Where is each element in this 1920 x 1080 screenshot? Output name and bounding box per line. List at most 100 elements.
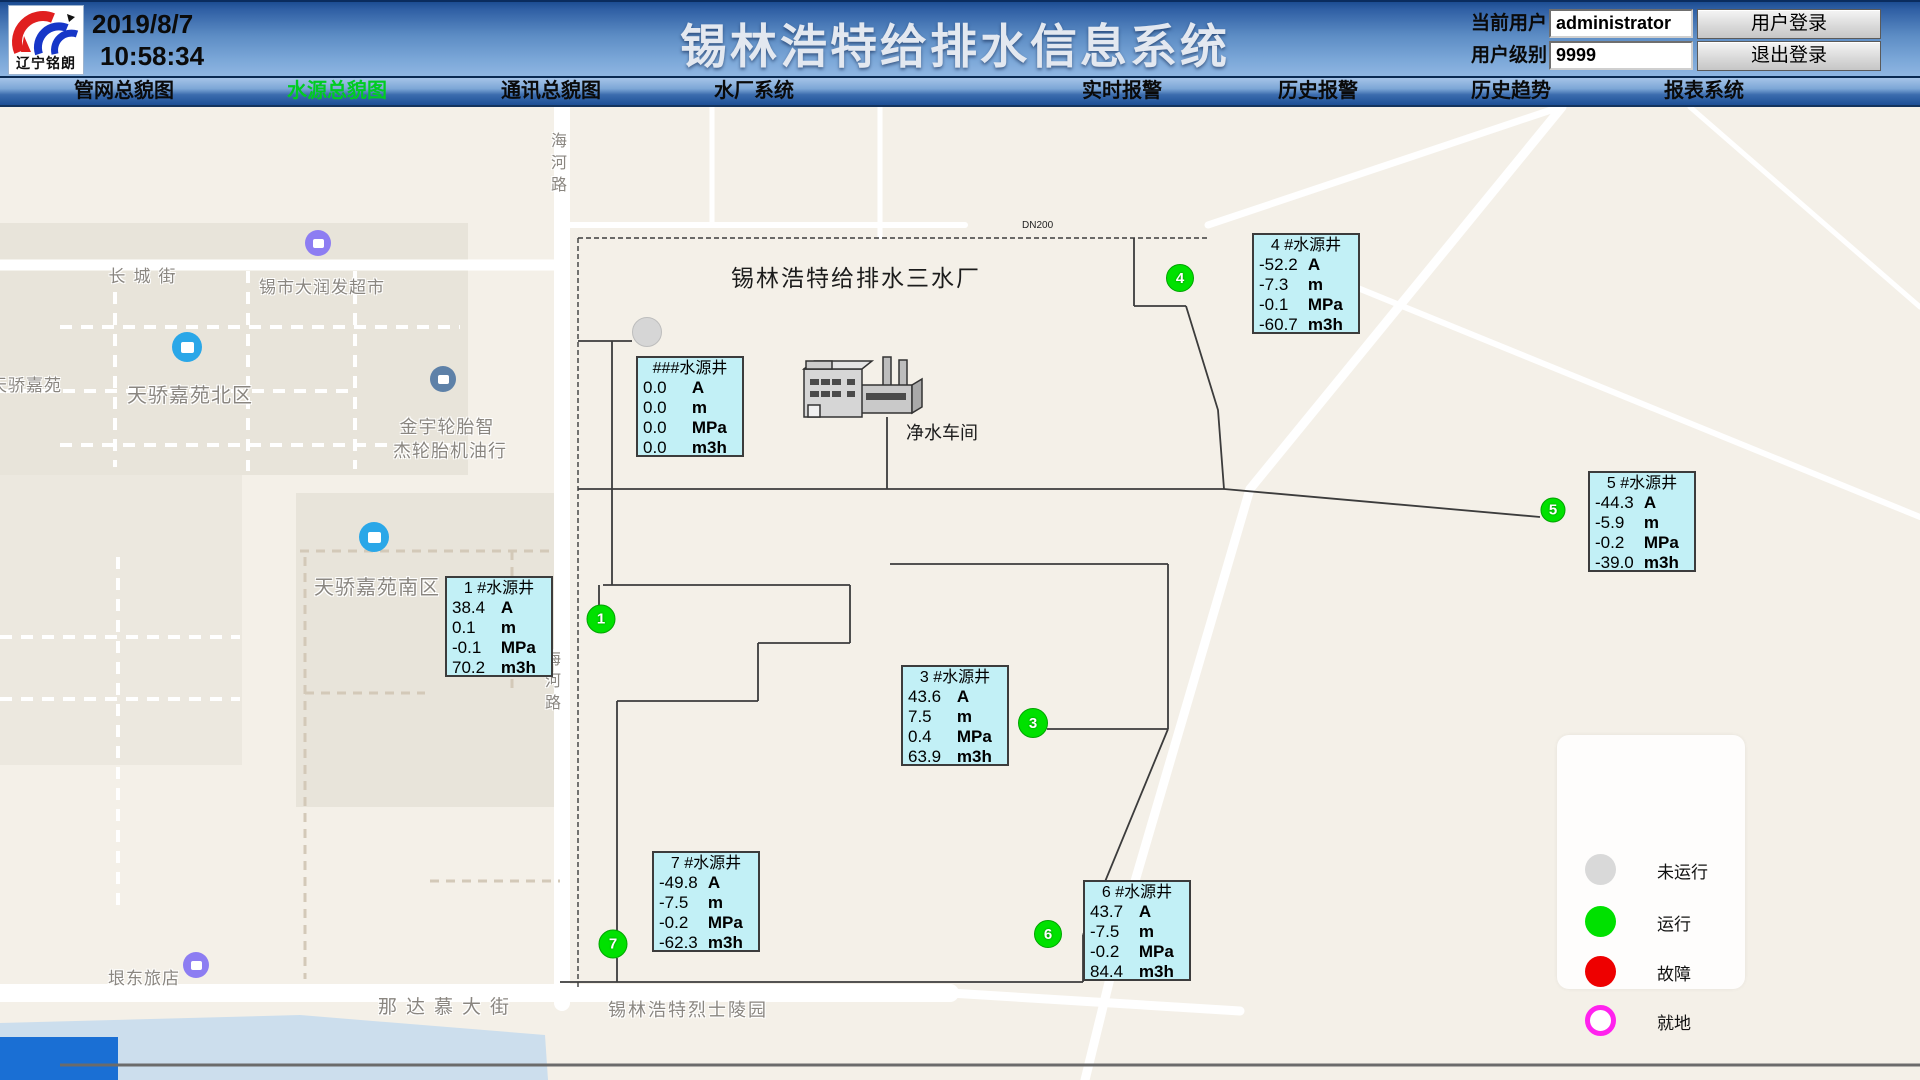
well-value: -0.1 [452, 638, 501, 658]
well-box-row: -52.2A [1259, 255, 1353, 275]
well-value: 0.0 [643, 378, 692, 398]
well-box-row: 0.0m3h [643, 438, 737, 458]
legend-dot-icon [1585, 854, 1616, 885]
well-box-row: -5.9m [1595, 513, 1689, 533]
well-box-row: 0.4MPa [908, 727, 1002, 747]
well-unit: MPa [692, 418, 727, 438]
block-west [0, 475, 242, 765]
nav-item-7[interactable]: 历史趋势 [1471, 78, 1551, 105]
well-value: 7.5 [908, 707, 957, 727]
nav-item-2[interactable]: 水源总貌图 [287, 78, 387, 105]
well-unit: A [1139, 902, 1151, 922]
well-unit: A [692, 378, 704, 398]
well-marker-4[interactable]: 4 [1166, 264, 1194, 292]
well-box-row: 43.6A [908, 687, 1002, 707]
well-box-4#水源井[interactable]: 4 #水源井-52.2A-7.3m-0.1MPa-60.7m3h [1252, 233, 1360, 334]
well-value: -0.2 [659, 913, 708, 933]
well-unit: A [501, 598, 513, 618]
well-unit: m [1308, 275, 1323, 295]
well-value: 43.6 [908, 687, 957, 707]
well-value: 84.4 [1090, 962, 1139, 982]
well-box-1#水源井[interactable]: 1 #水源井38.4A0.1m-0.1MPa70.2m3h [445, 576, 553, 677]
well-unit: m [957, 707, 972, 727]
nav-item-4[interactable]: 水厂系统 [714, 78, 794, 105]
well-marker-1[interactable]: 1 [587, 605, 616, 634]
legend-label: 故障 [1657, 960, 1691, 985]
nav-item-5[interactable]: 实时报警 [1082, 78, 1162, 105]
map-label-6: 杰轮胎机油行 [393, 437, 507, 463]
well-unit: MPa [957, 727, 992, 747]
current-user-field[interactable]: administrator [1549, 9, 1693, 38]
map-label-1: 长城街 [109, 262, 184, 287]
well-unit: m3h [501, 658, 536, 678]
logo-text: 辽宁铭朗 [9, 53, 83, 73]
nav-item-8[interactable]: 报表系统 [1664, 78, 1744, 105]
well-value: -39.0 [1595, 553, 1644, 573]
well-unit: m [501, 618, 516, 638]
well-value: -44.3 [1595, 493, 1644, 513]
well-unit: A [1644, 493, 1656, 513]
scada-window: 辽宁铭朗 2019/8/7 10:58:34 锡林浩特给排水信息系统 当前用户 … [0, 0, 1920, 1080]
well-box-row: 84.4m3h [1090, 962, 1184, 982]
well-box-title: 6 #水源井 [1090, 883, 1184, 902]
well-box-row: -0.1MPa [1259, 295, 1353, 315]
well-unit: m3h [1644, 553, 1679, 573]
nav-item-6[interactable]: 历史报警 [1278, 78, 1358, 105]
map-label-2: 锡市大润发超市 [259, 273, 385, 298]
legend-label: 运行 [1657, 910, 1691, 935]
well-value: -62.3 [659, 933, 708, 953]
well-value: -0.1 [1259, 295, 1308, 315]
well-unit: A [708, 873, 720, 893]
well-value: -7.3 [1259, 275, 1308, 295]
well-box-7#水源井[interactable]: 7 #水源井-49.8A-7.5m-0.2MPa-62.3m3h [652, 851, 760, 952]
well-box-row: -0.2MPa [1595, 533, 1689, 553]
well-box-row: -7.5m [659, 893, 753, 913]
well-marker-5[interactable]: 5 [1541, 498, 1566, 523]
well-unit: m [708, 893, 723, 913]
well-unit: m [1139, 922, 1154, 942]
well-value: -0.2 [1595, 533, 1644, 553]
well-unit: m [1644, 513, 1659, 533]
map-canvas[interactable]: 锡林浩特给排水三水厂 净水车间 DN200 长城街锡市大润发超市天骄嘉苑天骄嘉苑… [0, 107, 1920, 1080]
map-label-9: 那达慕大街 [378, 992, 518, 1019]
residence-glyph [368, 532, 381, 543]
well-value: 0.4 [908, 727, 957, 747]
well-box-row: 38.4A [452, 598, 546, 618]
well-unit: m3h [1139, 962, 1174, 982]
well-box-row: -39.0m3h [1595, 553, 1689, 573]
map-label-10: 锡林浩特烈士陵园 [608, 996, 768, 1022]
well-unit: MPa [708, 913, 743, 933]
well-value: -7.5 [1090, 922, 1139, 942]
well-marker-7[interactable]: 7 [599, 930, 628, 959]
well-marker-3[interactable]: 3 [1018, 708, 1048, 738]
map-label-8: 垠东旅店 [108, 964, 180, 989]
well-value: 38.4 [452, 598, 501, 618]
well-box-title: 5 #水源井 [1595, 474, 1689, 493]
well-box-5#水源井[interactable]: 5 #水源井-44.3A-5.9m-0.2MPa-39.0m3h [1588, 471, 1696, 572]
residence-poi-icon [359, 522, 389, 552]
well-unit: m3h [708, 933, 743, 953]
well-unit: A [957, 687, 969, 707]
well-box-row: 0.0A [643, 378, 737, 398]
well-box-6#水源井[interactable]: 6 #水源井43.7A-7.5m-0.2MPa84.4m3h [1083, 880, 1191, 981]
well-box-title: 3 #水源井 [908, 668, 1002, 687]
well-unit: m [692, 398, 707, 418]
user-level-field[interactable]: 9999 [1549, 41, 1693, 70]
well-box-3#水源井[interactable]: 3 #水源井43.6A7.5m0.4MPa63.9m3h [901, 665, 1009, 766]
well-value: 0.1 [452, 618, 501, 638]
factory-icon [804, 357, 922, 417]
nav-item-1[interactable]: 管网总貌图 [74, 78, 174, 105]
well-value: -60.7 [1259, 315, 1308, 335]
residence-poi-icon [172, 332, 202, 362]
header-bar: 辽宁铭朗 2019/8/7 10:58:34 锡林浩特给排水信息系统 当前用户 … [0, 0, 1920, 76]
legend-row-2: 运行 [1557, 905, 1745, 939]
login-button[interactable]: 用户登录 [1697, 9, 1881, 39]
logout-button[interactable]: 退出登录 [1697, 41, 1881, 71]
nav-item-3[interactable]: 通讯总貌图 [501, 78, 601, 105]
well-box-###水源井[interactable]: ###水源井0.0A0.0m0.0MPa0.0m3h [636, 356, 744, 457]
well-marker-idle[interactable] [632, 317, 662, 347]
well-marker-6[interactable]: 6 [1034, 920, 1062, 948]
well-box-row: 0.1m [452, 618, 546, 638]
well-unit: MPa [1644, 533, 1679, 553]
legend-ring-icon [1585, 1005, 1616, 1036]
